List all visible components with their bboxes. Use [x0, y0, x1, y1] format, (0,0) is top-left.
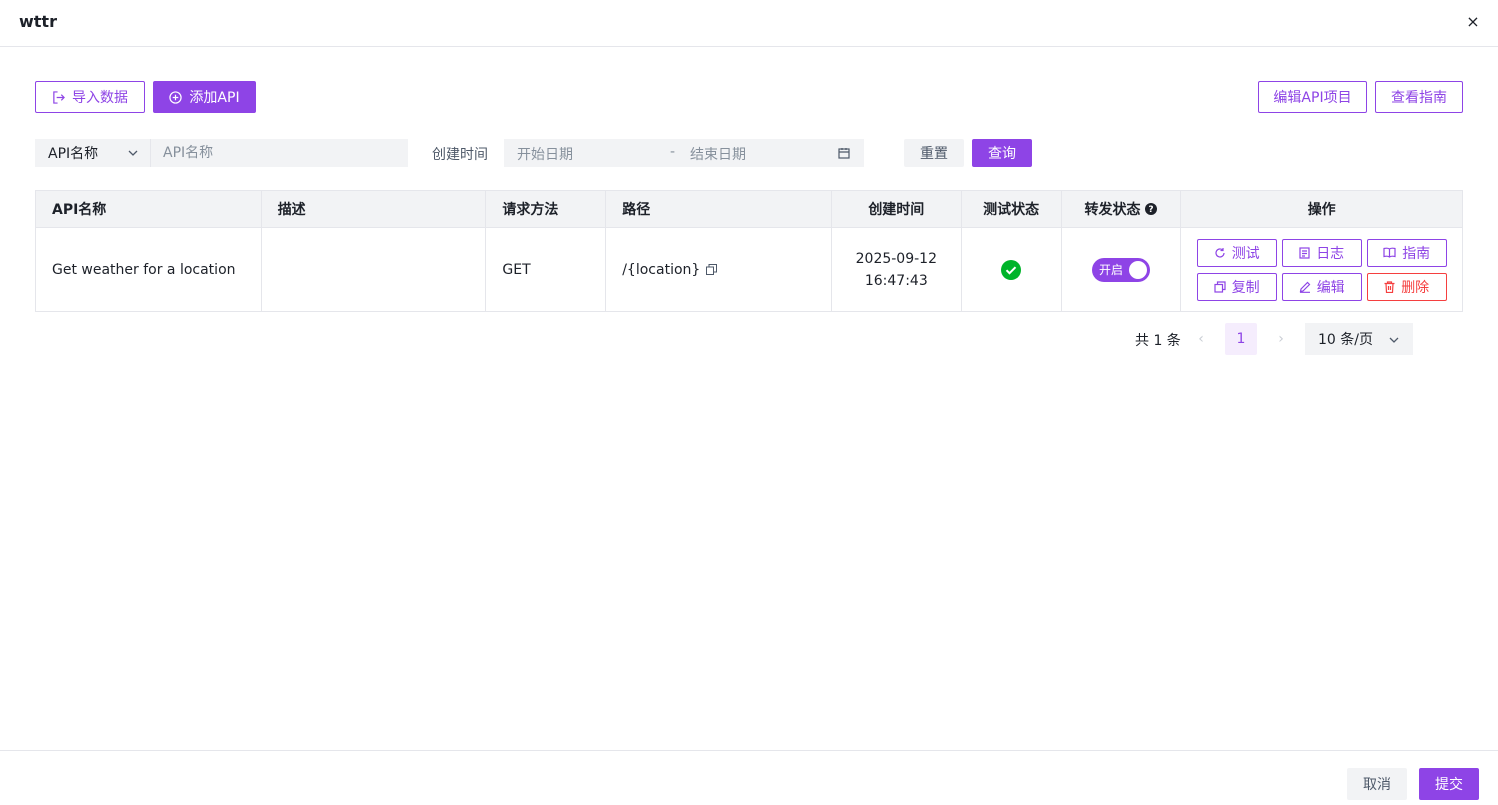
reset-button[interactable]: 重置 — [904, 139, 964, 167]
toggle-knob — [1128, 260, 1147, 279]
cell-description — [262, 228, 487, 311]
col-header-created: 创建时间 — [832, 191, 962, 227]
duplicate-button[interactable]: 复制 — [1196, 272, 1277, 301]
created-time-label: 创建时间 — [432, 147, 488, 163]
api-name-input-wrapper — [150, 139, 408, 167]
duplicate-label: 复制 — [1231, 279, 1260, 296]
book-icon — [1383, 247, 1396, 258]
log-label: 日志 — [1316, 245, 1345, 262]
dialog-footer: 取消 提交 — [0, 750, 1498, 805]
table-row: Get weather for a location GET /{locatio… — [36, 228, 1462, 311]
edit-icon — [1299, 281, 1311, 293]
dialog-header: wttr × — [0, 0, 1498, 47]
next-page-icon[interactable]: › — [1274, 331, 1288, 347]
end-date-input[interactable]: 结束日期 — [690, 144, 746, 164]
date-range-picker[interactable]: 开始日期 - 结束日期 — [504, 139, 864, 167]
cell-method: GET — [486, 228, 607, 311]
test-label: 测试 — [1231, 245, 1260, 262]
duplicate-icon — [1214, 280, 1226, 293]
path-text: /{location} — [622, 261, 701, 278]
col-header-actions: 操作 — [1307, 202, 1336, 218]
calendar-icon — [838, 148, 850, 159]
search-field-select[interactable]: API名称 — [35, 139, 150, 167]
dialog-title: wttr — [19, 12, 57, 31]
add-api-label: 添加API — [189, 90, 240, 106]
import-data-label: 导入数据 — [72, 90, 128, 106]
search-field-value: API名称 — [48, 146, 99, 162]
prev-page-icon[interactable]: ‹ — [1194, 331, 1208, 347]
import-data-button[interactable]: 导入数据 — [35, 81, 145, 113]
edit-label: 编辑 — [1316, 279, 1345, 296]
log-button[interactable]: 日志 — [1281, 238, 1362, 267]
created-date: 2025-09-12 — [855, 250, 937, 267]
col-header-path: 路径 — [606, 191, 832, 227]
import-icon — [53, 90, 65, 104]
col-header-method: 请求方法 — [486, 191, 607, 227]
add-api-button[interactable]: 添加API — [153, 81, 256, 113]
chevron-down-icon — [1389, 337, 1399, 343]
svg-text:?: ? — [1149, 205, 1154, 215]
cell-api-name: Get weather for a location — [36, 228, 262, 311]
api-name-input[interactable] — [151, 139, 408, 167]
refresh-icon — [1215, 247, 1225, 258]
page-size-select[interactable]: 10 条/页 — [1305, 323, 1413, 355]
cell-forward-status: 开启 — [1062, 228, 1182, 311]
close-icon[interactable]: × — [1464, 12, 1482, 32]
cell-created-time: 2025-09-12 16:47:43 — [832, 228, 962, 311]
table-header: API名称 描述 请求方法 路径 创建时间 测试状态 转发状态 ? 操作 — [36, 191, 1462, 228]
test-button[interactable]: 测试 — [1196, 238, 1277, 267]
view-guide-button[interactable]: 查看指南 — [1375, 81, 1463, 113]
cell-actions: 测试 日志 指南 复制 编辑 删除 — [1181, 228, 1462, 311]
range-separator: - — [670, 144, 676, 160]
guide-button[interactable]: 指南 — [1366, 238, 1447, 267]
page-number-current[interactable]: 1 — [1225, 323, 1257, 355]
help-icon[interactable]: ? — [1145, 203, 1158, 215]
check-circle-icon — [1001, 259, 1022, 280]
action-buttons: 测试 日志 指南 复制 编辑 删除 — [1196, 238, 1447, 301]
trash-icon — [1384, 280, 1395, 293]
pagination-total: 共 1 条 — [1135, 333, 1181, 349]
forward-toggle[interactable]: 开启 — [1091, 257, 1150, 282]
copy-icon[interactable] — [706, 264, 718, 275]
edit-button[interactable]: 编辑 — [1281, 272, 1362, 301]
cell-path: /{location} — [606, 228, 832, 311]
submit-button[interactable]: 提交 — [1419, 768, 1479, 800]
start-date-input[interactable]: 开始日期 — [517, 144, 573, 164]
query-button[interactable]: 查询 — [972, 139, 1032, 167]
col-header-test-status: 测试状态 — [962, 191, 1062, 227]
col-header-name: API名称 — [36, 191, 262, 227]
edit-api-project-button[interactable]: 编辑API项目 — [1258, 81, 1367, 113]
api-table: API名称 描述 请求方法 路径 创建时间 测试状态 转发状态 ? 操作 Get… — [35, 190, 1463, 312]
cell-test-status — [962, 228, 1062, 311]
log-icon — [1299, 246, 1310, 259]
delete-button[interactable]: 删除 — [1366, 272, 1447, 301]
plus-circle-icon — [169, 90, 183, 104]
col-header-forward-status-label: 转发状态 — [1084, 202, 1141, 218]
col-header-description: 描述 — [262, 191, 487, 227]
chevron-down-icon — [128, 150, 138, 156]
col-header-forward-status: 转发状态 ? — [1062, 191, 1182, 227]
created-clock: 16:47:43 — [864, 272, 928, 289]
forward-toggle-label: 开启 — [1098, 263, 1123, 277]
guide-label: 指南 — [1402, 245, 1431, 262]
cancel-button[interactable]: 取消 — [1347, 768, 1407, 800]
delete-label: 删除 — [1401, 279, 1430, 296]
page-size-value: 10 条/页 — [1318, 332, 1373, 348]
